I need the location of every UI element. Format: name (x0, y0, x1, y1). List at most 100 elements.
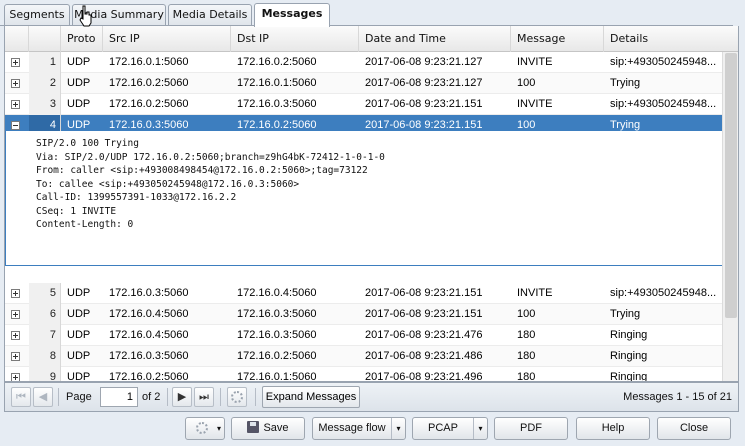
expand-messages-button[interactable]: Expand Messages (262, 386, 360, 408)
cell-src: 172.16.0.1:5060 (109, 56, 189, 68)
cell-dst: 172.16.0.3:5060 (237, 308, 317, 320)
cell-details: Ringing (610, 350, 648, 362)
table-row[interactable]: 9 UDP 172.16.0.2:5060 172.16.0.1:5060 2017-0… (5, 367, 723, 382)
cell-msg: INVITE (517, 56, 553, 68)
cell-time: 2017-06-08 9:23:21.476 (365, 329, 483, 341)
collapse-row-icon[interactable] (11, 121, 20, 130)
gear-icon (196, 422, 208, 435)
cell-src: 172.16.0.2:5060 (109, 371, 189, 382)
table-row[interactable]: 5 UDP 172.16.0.3:5060 172.16.0.4:5060 2017-0… (5, 283, 723, 304)
cell-dst: 172.16.0.4:5060 (237, 287, 317, 299)
row-number: 1 (29, 52, 61, 73)
expanded-message-detail: SIP/2.0 100 Trying Via: SIP/2.0/UDP 172.… (5, 131, 723, 266)
next-page-button[interactable]: ▶ (172, 387, 192, 407)
cell-proto: UDP (67, 77, 91, 89)
chevron-down-icon[interactable]: ▾ (391, 418, 405, 439)
header-date-time[interactable]: Date and Time (359, 26, 511, 52)
row-number: 5 (29, 283, 61, 304)
cell-msg: 100 (517, 308, 536, 320)
expand-row-icon[interactable] (11, 331, 20, 340)
last-page-icon: ⏭ (199, 390, 209, 403)
pcap-button[interactable]: PCAP ▾ (412, 417, 488, 440)
first-page-icon: ⏮ (16, 390, 26, 403)
expand-row-icon[interactable] (11, 352, 20, 361)
table-row[interactable]: 1 UDP 172.16.0.1:5060 172.16.0.2:5060 2017-0… (5, 52, 723, 73)
cell-msg: INVITE (517, 287, 553, 299)
cell-msg: 180 (517, 371, 536, 382)
scrollbar-thumb[interactable] (725, 53, 737, 318)
page-number-input[interactable]: 1 (100, 387, 138, 407)
page-count-label: of 2 (142, 391, 161, 403)
tab-bar: Segments Media Summary Media Details Mes… (0, 0, 745, 27)
row-number: 8 (29, 346, 61, 367)
page-label: Page (66, 391, 92, 403)
expand-row-icon[interactable] (11, 310, 20, 319)
table-row[interactable]: 3 UDP 172.16.0.2:5060 172.16.0.3:5060 2017-0… (5, 94, 723, 115)
next-page-icon: ▶ (177, 390, 187, 403)
help-button[interactable]: Help (576, 417, 650, 440)
cell-time: 2017-06-08 9:23:21.127 (365, 77, 483, 89)
chevron-down-icon[interactable]: ▾ (473, 418, 487, 439)
close-button[interactable]: Close (657, 417, 731, 440)
table-row[interactable]: 6 UDP 172.16.0.4:5060 172.16.0.3:5060 2017-0… (5, 304, 723, 325)
prev-page-button[interactable]: ◀ (33, 387, 53, 407)
separator (167, 388, 168, 406)
tab-segments[interactable]: Segments (4, 4, 70, 26)
header-src-ip[interactable]: Src IP (103, 26, 231, 52)
pdf-button[interactable]: PDF (494, 417, 568, 440)
cell-msg: INVITE (517, 98, 553, 110)
cell-msg: 100 (517, 77, 536, 89)
row-number: 7 (29, 325, 61, 346)
separator (220, 388, 221, 406)
row-number: 2 (29, 73, 61, 94)
cell-time: 2017-06-08 9:23:21.496 (365, 371, 483, 382)
header-proto[interactable]: Proto (61, 26, 103, 52)
hand-cursor-icon (79, 5, 92, 27)
tab-messages[interactable]: Messages (254, 3, 330, 27)
header-dst-ip[interactable]: Dst IP (231, 26, 359, 52)
cell-dst: 172.16.0.1:5060 (237, 77, 317, 89)
cell-msg: 180 (517, 329, 536, 341)
floppy-disk-icon (247, 421, 260, 433)
last-page-button[interactable]: ⏭ (194, 387, 214, 407)
expand-row-icon[interactable] (11, 289, 20, 298)
save-button[interactable]: Save (231, 417, 305, 440)
message-flow-label: Message flow (318, 422, 386, 434)
row-number: 9 (29, 367, 61, 381)
separator (255, 388, 256, 406)
grid-header: Proto Src IP Dst IP Date and Time Messag… (5, 26, 738, 52)
prev-page-icon: ◀ (38, 390, 48, 403)
header-message[interactable]: Message (511, 26, 604, 52)
cell-msg: 180 (517, 350, 536, 362)
cell-proto: UDP (67, 350, 91, 362)
tab-media-details[interactable]: Media Details (168, 4, 252, 26)
cell-time: 2017-06-08 9:23:21.151 (365, 98, 483, 110)
expand-row-icon[interactable] (11, 373, 20, 381)
message-flow-button[interactable]: Message flow ▾ (312, 417, 406, 440)
cell-src: 172.16.0.2:5060 (109, 77, 189, 89)
table-row[interactable]: 2 UDP 172.16.0.2:5060 172.16.0.1:5060 2017-0… (5, 73, 723, 94)
row-number: 6 (29, 304, 61, 325)
expand-row-icon[interactable] (11, 58, 20, 67)
paging-toolbar: ⏮ ◀ Page 1 of 2 ▶ ⏭ Expand Messages Mess… (4, 382, 739, 412)
refresh-button[interactable] (227, 387, 247, 407)
cell-details: Trying (610, 308, 641, 320)
expand-row-icon[interactable] (11, 79, 20, 88)
header-details[interactable]: Details (604, 26, 738, 52)
messages-grid: Proto Src IP Dst IP Date and Time Messag… (4, 26, 739, 382)
cell-proto: UDP (67, 56, 91, 68)
cell-time: 2017-06-08 9:23:21.151 (365, 287, 483, 299)
table-row[interactable]: 8 UDP 172.16.0.3:5060 172.16.0.2:5060 2017-0… (5, 346, 723, 367)
pcap-label: PCAP (428, 422, 458, 434)
header-rownum-col (29, 26, 61, 52)
vertical-scrollbar[interactable] (722, 52, 738, 381)
expand-row-icon[interactable] (11, 100, 20, 109)
cell-time: 2017-06-08 9:23:21.486 (365, 350, 483, 362)
cell-dst: 172.16.0.2:5060 (237, 56, 317, 68)
sip-message-text: SIP/2.0 100 Trying Via: SIP/2.0/UDP 172.… (36, 138, 385, 230)
first-page-button[interactable]: ⏮ (11, 387, 31, 407)
table-row[interactable]: 7 UDP 172.16.0.4:5060 172.16.0.3:5060 2017-0… (5, 325, 723, 346)
row-number: 3 (29, 94, 61, 115)
cell-dst: 172.16.0.3:5060 (237, 329, 317, 341)
options-menu-button[interactable]: ▾ (185, 417, 225, 440)
